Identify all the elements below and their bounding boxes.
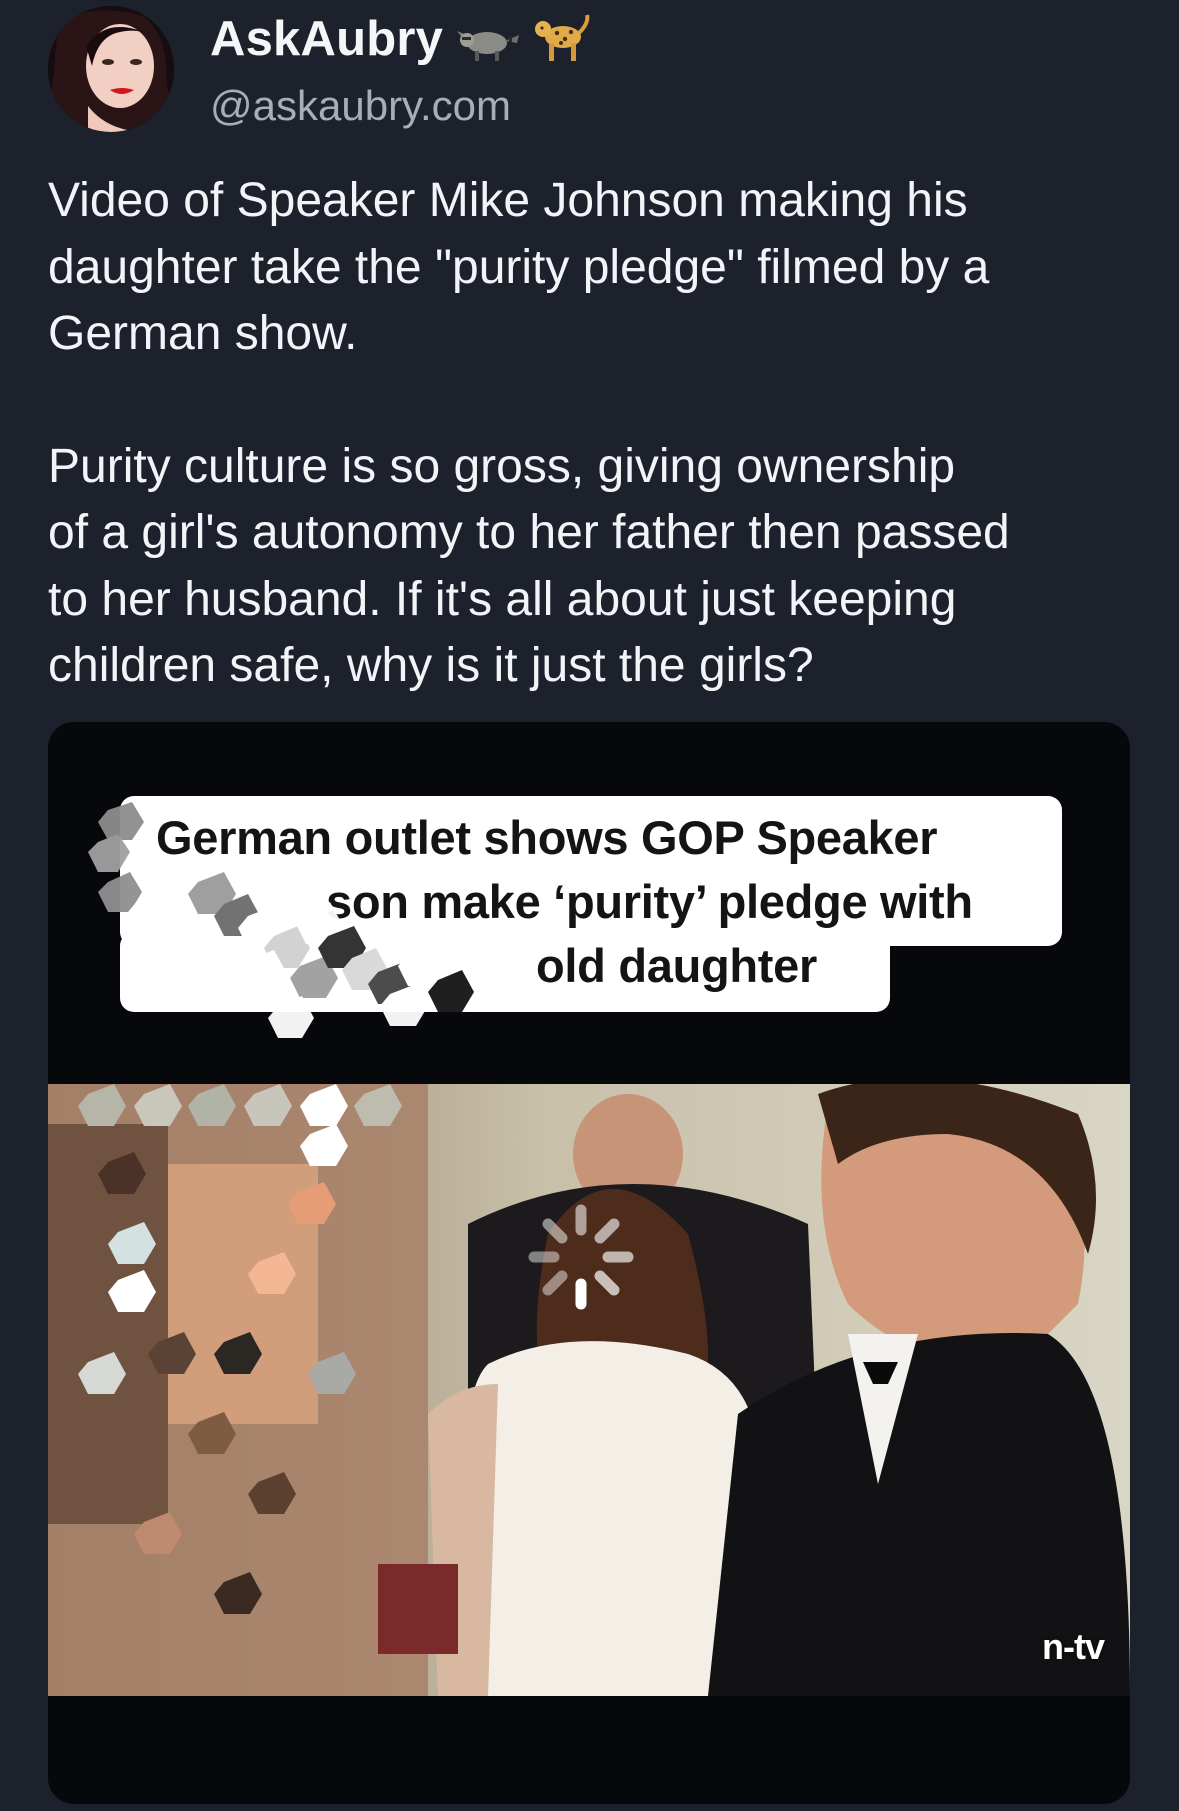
caption-line-1: German outlet shows GOP Speaker [156, 811, 938, 864]
author-block: AskAubry @askaubry.com [210, 10, 591, 130]
display-name-row: AskAubry [210, 10, 591, 68]
display-name[interactable]: AskAubry [210, 11, 443, 67]
post-paragraph-2: Purity culture is so gross, giving owner… [48, 439, 1010, 693]
video-embed[interactable]: German outlet shows GOP Speaker son make… [48, 722, 1130, 1804]
post: AskAubry @askaubry.com Video of Speaker … [0, 0, 1179, 1811]
leopard-icon [535, 14, 590, 61]
avatar-image [48, 6, 174, 132]
avatar[interactable] [48, 6, 174, 132]
video-frame[interactable]: n-tv [48, 1084, 1130, 1696]
channel-watermark: n-tv [1042, 1626, 1105, 1667]
post-paragraph-1: Video of Speaker Mike Johnson making his… [48, 174, 990, 360]
author-handle[interactable]: @askaubry.com [210, 82, 591, 130]
video-still [48, 1084, 1130, 1696]
raccoon-icon [457, 31, 520, 61]
post-text: Video of Speaker Mike Johnson making his… [48, 168, 1148, 700]
caption-line-3: old daughter [536, 939, 817, 992]
caption-line-2: son make ‘purity’ pledge with [326, 875, 973, 928]
loading-spinner-icon [528, 1204, 634, 1310]
